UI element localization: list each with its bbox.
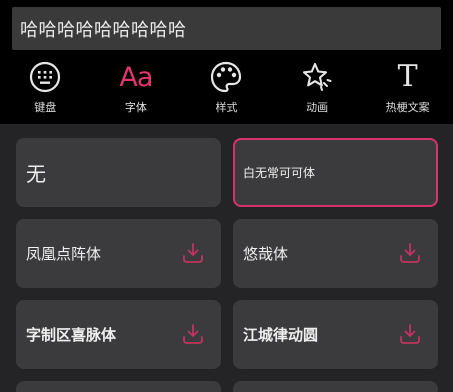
text-t-icon: T [397, 59, 418, 94]
palette-icon [206, 60, 246, 94]
font-panel: 无 白无常可可体 凤凰点阵体 悠哉体 字制区喜脉体 江城律动圆 [0, 124, 453, 392]
font-card-partial[interactable] [16, 381, 221, 392]
tab-label: 热梗文案 [385, 101, 430, 114]
font-card[interactable]: 字制区喜脉体 [16, 300, 221, 369]
font-card-selected[interactable]: 白无常可可体 [233, 138, 438, 207]
tab-animation[interactable]: 动画 [272, 60, 363, 118]
tab-bar: 键盘 Aa 字体 样式 动画 T 热梗文案 [0, 60, 453, 118]
font-card[interactable]: 凤凰点阵体 [16, 219, 221, 288]
font-card[interactable]: 悠哉体 [233, 219, 438, 288]
download-icon[interactable] [181, 241, 205, 265]
font-name: 无 [26, 162, 46, 186]
tab-label: 字体 [124, 101, 147, 114]
font-name: 江城律动圆 [243, 326, 319, 344]
font-name: 悠哉体 [243, 245, 289, 263]
font-card-partial[interactable] [233, 381, 438, 392]
download-icon[interactable] [398, 322, 422, 346]
tab-label: 样式 [215, 101, 238, 114]
font-name: 字制区喜脉体 [26, 326, 117, 344]
text-input[interactable]: 哈哈哈哈哈哈哈哈哈 [12, 7, 441, 50]
tab-keyboard[interactable]: 键盘 [0, 60, 91, 118]
tab-style[interactable]: 样式 [181, 60, 272, 118]
top-bar: 哈哈哈哈哈哈哈哈哈 键盘 Aa 字体 样式 动画 T 热梗文案 [0, 0, 453, 124]
font-name: 凤凰点阵体 [26, 245, 102, 263]
font-name: 白无常可可体 [243, 166, 316, 180]
download-icon[interactable] [398, 241, 422, 265]
aa-font-icon: Aa [119, 61, 153, 93]
tab-label: 动画 [306, 101, 329, 114]
keyboard-icon [25, 60, 65, 94]
font-card-none[interactable]: 无 [16, 138, 221, 207]
sparkle-star-icon [297, 60, 337, 94]
tab-font[interactable]: Aa 字体 [91, 60, 182, 118]
download-icon[interactable] [181, 322, 205, 346]
tab-label: 键盘 [34, 101, 57, 114]
tab-hot-text[interactable]: T 热梗文案 [362, 60, 453, 118]
font-card[interactable]: 江城律动圆 [233, 300, 438, 369]
